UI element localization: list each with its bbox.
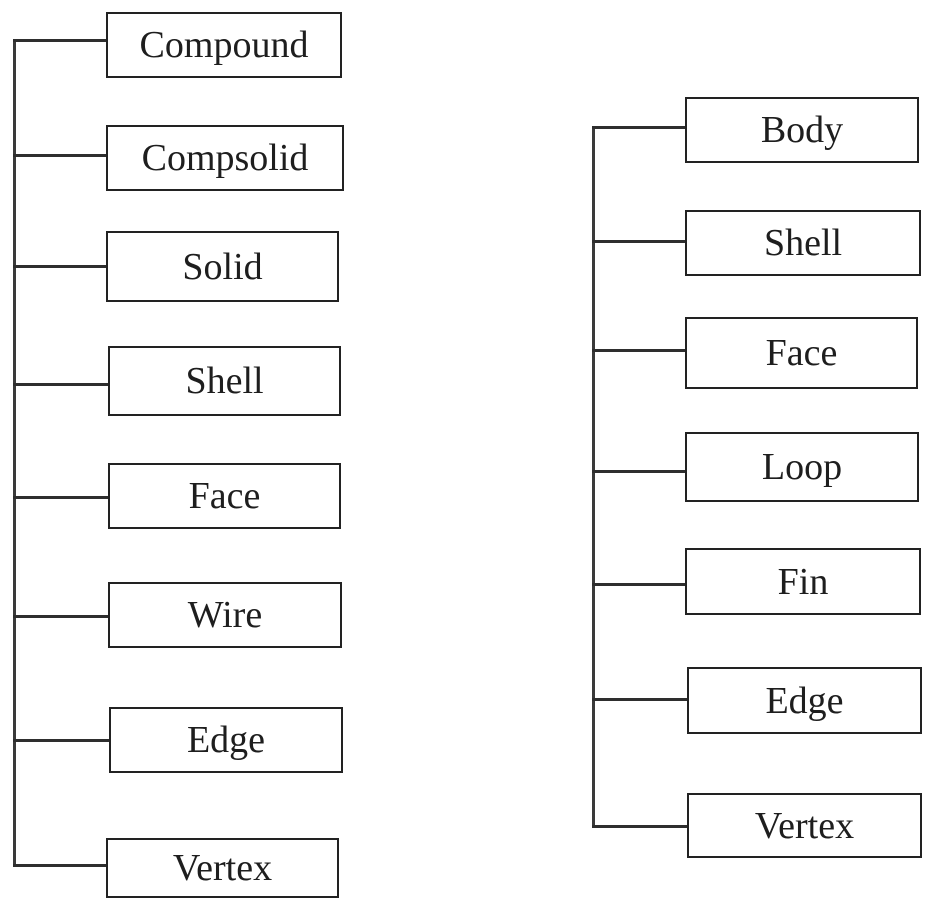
- node-shell: Shell: [685, 210, 921, 276]
- connector-line: [592, 470, 685, 473]
- node-label: Body: [760, 109, 844, 151]
- connector-line: [592, 126, 685, 129]
- node-label: Compsolid: [141, 137, 309, 179]
- node-label: Vertex: [754, 804, 855, 847]
- node-fin: Fin: [685, 548, 921, 615]
- node-label: Shell: [763, 222, 843, 264]
- connector-line: [13, 39, 106, 42]
- node-edge: Edge: [687, 667, 922, 734]
- connector-line: [592, 583, 685, 586]
- connector-line: [13, 265, 106, 268]
- connector-line: [13, 154, 106, 157]
- node-label: Face: [188, 475, 261, 517]
- node-label: Loop: [761, 446, 843, 488]
- connector-line: [592, 240, 685, 243]
- node-solid: Solid: [106, 231, 339, 302]
- node-body: Body: [685, 97, 919, 163]
- node-face: Face: [685, 317, 918, 389]
- connector-line: [13, 615, 108, 618]
- node-face: Face: [108, 463, 341, 529]
- connector-line: [13, 496, 108, 499]
- node-shell: Shell: [108, 346, 341, 416]
- node-label: Fin: [777, 560, 829, 603]
- right-trunk-line: [592, 126, 595, 827]
- node-label: Face: [765, 332, 838, 374]
- node-label: Compound: [139, 24, 309, 66]
- node-edge: Edge: [109, 707, 343, 773]
- node-label: Edge: [765, 679, 844, 722]
- node-compsolid: Compsolid: [106, 125, 344, 191]
- connector-line: [592, 349, 685, 352]
- node-vertex: Vertex: [106, 838, 339, 898]
- connector-line: [13, 383, 108, 386]
- node-wire: Wire: [108, 582, 342, 648]
- node-label: Vertex: [172, 847, 273, 889]
- connector-line: [13, 864, 106, 867]
- node-label: Solid: [182, 245, 263, 288]
- node-vertex: Vertex: [687, 793, 922, 858]
- connector-line: [13, 739, 109, 742]
- node-compound: Compound: [106, 12, 342, 78]
- node-label: Edge: [186, 719, 266, 761]
- connector-line: [592, 825, 687, 828]
- node-label: Shell: [185, 360, 264, 402]
- node-label: Wire: [187, 594, 263, 636]
- left-trunk-line: [13, 40, 16, 867]
- connector-line: [592, 698, 687, 701]
- node-loop: Loop: [685, 432, 919, 502]
